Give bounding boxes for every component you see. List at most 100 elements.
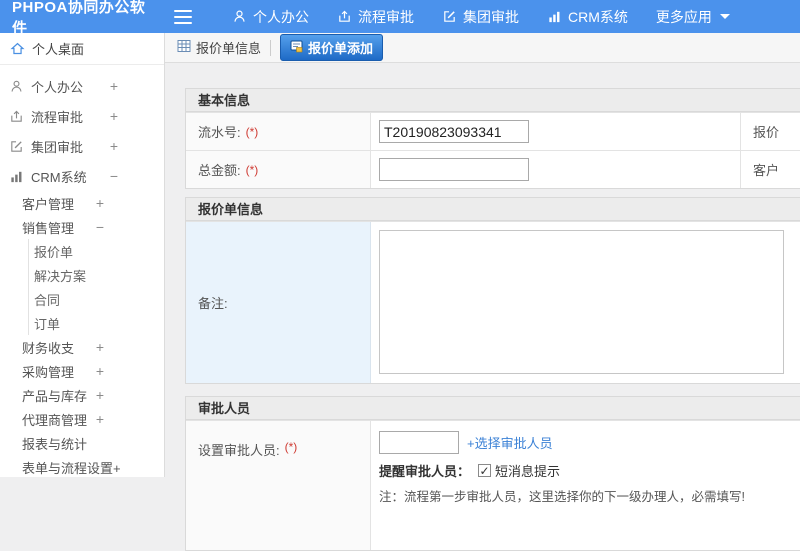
tab-quotation-add[interactable]: 报价单添加 — [280, 34, 383, 61]
sidebar-item-finance[interactable]: 财务收支 + — [0, 335, 164, 359]
sidebar-item-label: 流程审批 — [31, 107, 83, 126]
tab-separator — [270, 40, 271, 56]
sidebar-item-personal-office[interactable]: 个人办公 + — [0, 71, 164, 101]
sidebar-item-label: CRM系统 — [31, 167, 87, 186]
caret-down-icon — [720, 14, 730, 19]
main-area: 报价单信息 报价单添加 基本信息 流水号: (*) 报价 — [165, 33, 800, 477]
form-row-serial-number: 流水号: (*) 报价 — [186, 112, 800, 150]
sidebar-item-label: 产品与库存 — [22, 386, 87, 405]
tab-label: 报价单添加 — [308, 38, 373, 57]
menu-item-group-approval[interactable]: 集团审批 — [428, 0, 533, 33]
workflow-icon — [337, 9, 352, 24]
expand-icon[interactable]: + — [96, 411, 104, 427]
field-label: 流水号: — [198, 122, 241, 141]
required-mark: (*) — [285, 440, 298, 454]
section-approver: 审批人员 设置审批人员: (*) +选择审批人员 提醒审批人员： ✓ 短消息提示 — [185, 396, 800, 551]
sidebar-item-agent-mgmt[interactable]: 代理商管理 + — [0, 407, 164, 431]
sidebar-item-order[interactable]: 订单 — [29, 311, 164, 335]
sidebar-item-sales-mgmt[interactable]: 销售管理 − — [0, 215, 164, 239]
chart-icon — [547, 9, 562, 24]
form-row-total-amount: 总金额: (*) 客户 — [186, 150, 800, 188]
sidebar-item-solution[interactable]: 解决方案 — [29, 263, 164, 287]
field-label: 备注: — [198, 293, 228, 312]
field-label-cell: 总金额: (*) — [186, 151, 371, 188]
section-title: 报价单信息 — [186, 198, 800, 221]
top-menu: 个人办公 流程审批 集团审批 CRM系统 更多应用 — [218, 0, 744, 33]
form-content: 基本信息 流水号: (*) 报价 总金额: (*) — [165, 63, 800, 551]
sidebar-item-label: 客户管理 — [22, 194, 74, 213]
sidebar-item-contract[interactable]: 合同 — [29, 287, 164, 311]
field-label-right: 报价 — [741, 113, 800, 150]
tab-bar: 报价单信息 报价单添加 — [165, 33, 800, 63]
section-quotation-info: 报价单信息 备注: — [185, 197, 800, 384]
menu-item-more-apps[interactable]: 更多应用 — [642, 0, 744, 33]
sidebar: 个人桌面 个人办公 + 流程审批 + 集团审批 + — [0, 33, 165, 477]
sidebar-item-label: 订单 — [34, 314, 60, 333]
sidebar-item-label: 采购管理 — [22, 362, 74, 381]
edit-icon — [442, 9, 457, 24]
sidebar-item-label: 合同 — [34, 290, 60, 309]
expand-icon[interactable]: + — [96, 363, 104, 379]
sidebar-item-crm-system[interactable]: CRM系统 − — [0, 161, 164, 191]
menu-item-workflow-approval[interactable]: 流程审批 — [323, 0, 428, 33]
field-value-cell — [371, 151, 741, 188]
field-label-cell: 流水号: (*) — [186, 113, 371, 150]
sidebar-item-reports-stats[interactable]: 报表与统计 — [0, 431, 164, 455]
approver-input[interactable] — [379, 431, 459, 454]
sidebar-item-label: 解决方案 — [34, 266, 86, 285]
edit-icon — [9, 139, 31, 154]
expand-icon[interactable]: + — [96, 339, 104, 355]
form-row-set-approver: 设置审批人员: (*) +选择审批人员 提醒审批人员： ✓ 短消息提示 注：流程… — [186, 420, 800, 550]
app-logo: PHPOA协同办公软件 — [0, 0, 160, 38]
sidebar-item-label: 财务收支 — [22, 338, 74, 357]
sidebar-item-group-approval[interactable]: 集团审批 + — [0, 131, 164, 161]
workflow-icon — [9, 109, 31, 124]
remark-textarea[interactable] — [379, 230, 784, 374]
menu-item-personal-office[interactable]: 个人办公 — [218, 0, 323, 33]
expand-icon[interactable]: + — [96, 387, 104, 403]
sms-checkbox[interactable]: ✓ — [478, 464, 491, 477]
sidebar-item-form-workflow-settings[interactable]: 表单与流程设置+ — [0, 455, 164, 479]
tab-label: 报价单信息 — [196, 38, 261, 57]
sidebar-item-label: 个人办公 — [31, 77, 83, 96]
collapse-icon[interactable]: − — [110, 168, 118, 184]
expand-icon[interactable]: + — [110, 138, 118, 154]
form-add-icon — [290, 40, 303, 56]
sidebar-item-product-inventory[interactable]: 产品与库存 + — [0, 383, 164, 407]
menu-label: 个人办公 — [253, 7, 309, 27]
sidebar-item-workflow-approval[interactable]: 流程审批 + — [0, 101, 164, 131]
sidebar-item-label: 报表与统计 — [22, 434, 87, 453]
expand-icon[interactable]: + — [110, 108, 118, 124]
home-icon — [10, 41, 32, 56]
expand-icon[interactable]: + — [96, 195, 104, 211]
field-value-cell — [371, 113, 741, 150]
menu-item-crm-system[interactable]: CRM系统 — [533, 0, 642, 33]
field-label-cell: 设置审批人员: (*) — [186, 421, 371, 550]
choose-approver-link[interactable]: +选择审批人员 — [467, 433, 553, 452]
sidebar-item-purchase-mgmt[interactable]: 采购管理 + — [0, 359, 164, 383]
sidebar-item-label: 集团审批 — [31, 137, 83, 156]
sidebar-item-label: 销售管理 — [22, 218, 74, 237]
sidebar-item-quotation[interactable]: 报价单 — [29, 239, 164, 263]
section-basic-info: 基本信息 流水号: (*) 报价 总金额: (*) — [185, 88, 800, 189]
table-icon — [177, 39, 191, 56]
sidebar-item-personal-desktop[interactable]: 个人桌面 — [0, 33, 164, 65]
tab-quotation-info[interactable]: 报价单信息 — [177, 38, 261, 57]
sms-label: 短消息提示 — [495, 461, 560, 480]
collapse-icon[interactable]: − — [96, 219, 104, 235]
sidebar-item-label: 代理商管理 — [22, 410, 87, 429]
sidebar-item-customer-mgmt[interactable]: 客户管理 + — [0, 191, 164, 215]
serial-number-input[interactable] — [379, 120, 529, 143]
expand-icon[interactable]: + — [110, 78, 118, 94]
remind-approver-label: 提醒审批人员： — [379, 461, 470, 480]
menu-label: CRM系统 — [568, 7, 628, 27]
required-mark: (*) — [246, 163, 259, 177]
hamburger-menu-icon[interactable] — [174, 10, 192, 24]
field-label: 总金额: — [198, 160, 241, 179]
field-label: 设置审批人员: — [198, 440, 280, 459]
total-amount-input[interactable] — [379, 158, 529, 181]
section-title: 基本信息 — [186, 89, 800, 112]
sidebar-nav: 个人办公 + 流程审批 + 集团审批 + CRM系统 − 客户管理 + — [0, 65, 164, 479]
field-label: 报价 — [753, 122, 779, 141]
menu-label: 流程审批 — [358, 7, 414, 27]
